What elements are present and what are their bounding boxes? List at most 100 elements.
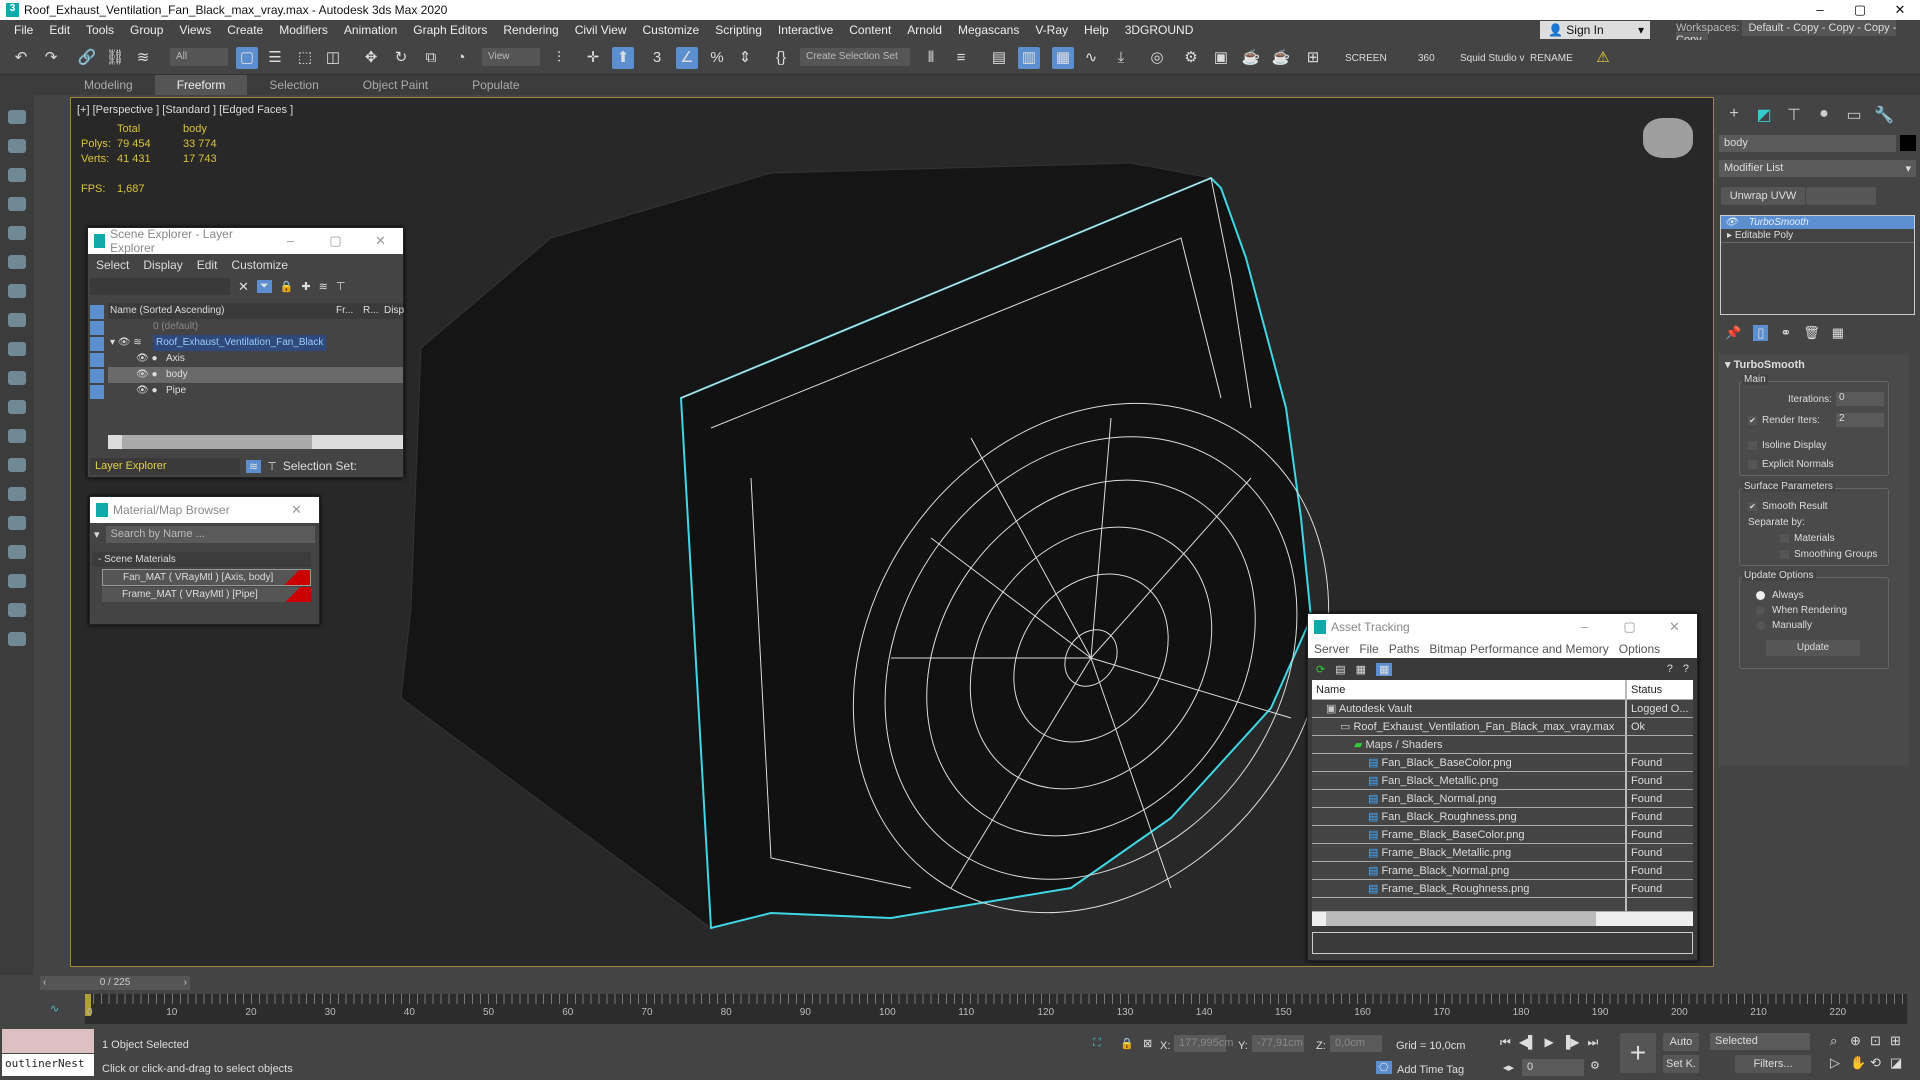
scene-explorer-titlebar[interactable]: Scene Explorer - Layer Explorer – ▢ ✕ (88, 227, 403, 255)
col-name[interactable]: Name (1312, 680, 1627, 699)
placement-icon[interactable]: ◔ (450, 47, 472, 69)
menu-rendering[interactable]: Rendering (495, 23, 566, 37)
pin-stack-icon[interactable]: 📌 (1725, 325, 1741, 341)
explorer-menu-display[interactable]: Display (143, 258, 182, 272)
screen-button[interactable]: SCREEN (1345, 53, 1387, 64)
globe-icon[interactable] (8, 603, 26, 617)
menu-scripting[interactable]: Scripting (707, 23, 770, 37)
render-setup-icon[interactable]: ⚙ (1180, 47, 1202, 69)
material-item[interactable]: Fan_MAT ( VRayMtl ) [Axis, body] (102, 569, 311, 586)
create-tab-icon[interactable]: + (1719, 105, 1749, 129)
scene-explorer-icon[interactable]: ▦ (1052, 47, 1074, 69)
scene-icon[interactable] (8, 139, 26, 153)
selection-filter-dropdown[interactable]: All (170, 48, 228, 66)
asset-row[interactable]: ▤ Frame_Black_Roughness.png Found (1312, 880, 1693, 898)
move-icon[interactable]: ✥ (360, 47, 382, 69)
z-coordinate-field[interactable]: 0,0cm (1330, 1035, 1382, 1052)
horizontal-scrollbar[interactable] (108, 435, 403, 449)
teapot-icon[interactable] (8, 110, 26, 124)
filter-icon[interactable]: ⏷ (256, 280, 272, 293)
help-icon[interactable]: ? (1667, 663, 1673, 675)
redo-icon[interactable]: ↷ (40, 47, 62, 69)
explorer-menu-customize[interactable]: Customize (231, 258, 288, 272)
asset-row[interactable]: ▤ Fan_Black_Metallic.png Found (1312, 772, 1693, 790)
angle-snap-icon[interactable]: ∠ (676, 47, 698, 69)
ribbon-tab-freeform[interactable]: Freeform (154, 75, 248, 95)
close-button[interactable]: ✕ (274, 502, 319, 518)
scale-icon[interactable]: ⧉ (420, 47, 442, 69)
material-browser-titlebar[interactable]: Material/Map Browser ✕ (90, 497, 319, 523)
col-render[interactable]: R... (363, 303, 379, 319)
y-coordinate-field[interactable]: -77,91cm (1252, 1035, 1304, 1052)
selection-lock-icon[interactable]: 🔒 (1120, 1037, 1134, 1050)
render-iterative-icon[interactable]: ☕ (1270, 47, 1292, 69)
rollout-header[interactable]: ▾ TurboSmooth (1719, 355, 1909, 374)
col-freeze[interactable]: Fr... (336, 303, 353, 319)
maximize-button[interactable]: ▢ (313, 233, 358, 249)
360-button[interactable]: 360 (1418, 53, 1435, 64)
maximize-viewport-icon[interactable]: ◪ (1890, 1055, 1910, 1071)
asset-path-field[interactable] (1312, 932, 1693, 954)
modifier-list-dropdown[interactable]: Modifier List ▾ (1719, 160, 1916, 177)
go-to-end-icon[interactable]: ⏭ (1588, 1035, 1599, 1050)
snaps-toggle-icon[interactable]: 3 (646, 47, 668, 69)
search-options-icon[interactable]: ▾ (94, 528, 100, 541)
maxscript-listener[interactable] (2, 1029, 94, 1053)
asset-menu-file[interactable]: File (1359, 642, 1378, 656)
viewcube-icon[interactable] (1643, 118, 1693, 158)
asset-menu-server[interactable]: Server (1314, 642, 1349, 656)
pivot-icon[interactable]: ⫶ (548, 47, 570, 69)
scene-materials-group[interactable]: - Scene Materials (92, 552, 311, 567)
menu-views[interactable]: Views (171, 23, 219, 37)
explorer-type-dropdown[interactable]: Layer Explorer (90, 457, 240, 475)
maxscript-input[interactable]: outlinerNest (2, 1054, 94, 1076)
play-icon[interactable]: ▶ (1545, 1035, 1554, 1050)
layer-explorer-icon[interactable]: ▤ (988, 47, 1010, 69)
visibility-icon[interactable]: 👁 ● (136, 367, 158, 383)
menu-create[interactable]: Create (219, 23, 271, 37)
asset-menu-paths[interactable]: Paths (1389, 642, 1420, 656)
window-crossing-icon[interactable]: ◫ (322, 47, 344, 69)
lock-icon[interactable]: 🔒 (280, 280, 294, 293)
sign-in-dropdown[interactable]: 👤 Sign In ▾ (1540, 21, 1650, 39)
shape-icon[interactable] (8, 342, 26, 356)
help-icon[interactable] (8, 632, 26, 646)
reference-coordinate-dropdown[interactable]: View (482, 48, 540, 66)
material-editor-icon[interactable]: ◎ (1146, 47, 1168, 69)
previous-frame-icon[interactable]: ◀▌ (1519, 1035, 1537, 1050)
col-name[interactable]: Name (Sorted Ascending) (110, 303, 225, 319)
field-of-view-icon[interactable]: ▷ (1830, 1055, 1850, 1071)
remove-modifier-icon[interactable]: 🗑 (1803, 325, 1820, 341)
manually-radio[interactable] (1756, 620, 1765, 630)
layer-row-default[interactable]: 0 (default) (108, 319, 403, 335)
add-layer-icon[interactable]: ✚ (301, 280, 310, 293)
modify-tab-icon[interactable]: ◩ (1749, 105, 1779, 129)
stack-item-turbosmooth[interactable]: 👁 TurboSmooth (1721, 216, 1914, 229)
isoline-checkbox[interactable] (1748, 440, 1757, 450)
make-unique-icon[interactable]: ⚭ (1780, 325, 1791, 341)
minimize-button[interactable]: – (268, 233, 313, 249)
percent-snap-icon[interactable]: % (706, 47, 728, 69)
key-filters-button[interactable]: Filters... (1735, 1055, 1811, 1073)
asset-row[interactable]: ▤ Frame_Black_Normal.png Found (1312, 862, 1693, 880)
list-view-icon[interactable]: ▤ (1335, 663, 1345, 676)
menu-arnold[interactable]: Arnold (899, 23, 950, 37)
render-iters-checkbox[interactable]: ✔ (1748, 415, 1757, 425)
spacewarp-icon[interactable] (8, 487, 26, 501)
asset-row[interactable]: ▤ Frame_Black_Metallic.png Found (1312, 844, 1693, 862)
table-view-icon[interactable]: ▦ (1376, 662, 1393, 676)
context-help-icon[interactable]: ? (1683, 663, 1689, 675)
zoom-icon[interactable]: ⌕ (1830, 1033, 1850, 1049)
render-iters-spinner[interactable]: 2 (1836, 413, 1884, 427)
menu-content[interactable]: Content (841, 23, 899, 37)
rename-button[interactable]: RENAME (1530, 53, 1573, 64)
col-display[interactable]: Disp (384, 303, 404, 319)
shape-filter-icon[interactable] (90, 321, 104, 335)
object-color-swatch[interactable] (1900, 135, 1916, 151)
sphere-icon[interactable] (8, 371, 26, 385)
ribbon-tab-populate[interactable]: Populate (450, 75, 541, 95)
empty-modifier-button[interactable] (1806, 187, 1876, 205)
asset-row[interactable]: ▤ Fan_Black_BaseColor.png Found (1312, 754, 1693, 772)
menu-edit[interactable]: Edit (41, 23, 78, 37)
light-filter-icon[interactable] (90, 337, 104, 351)
